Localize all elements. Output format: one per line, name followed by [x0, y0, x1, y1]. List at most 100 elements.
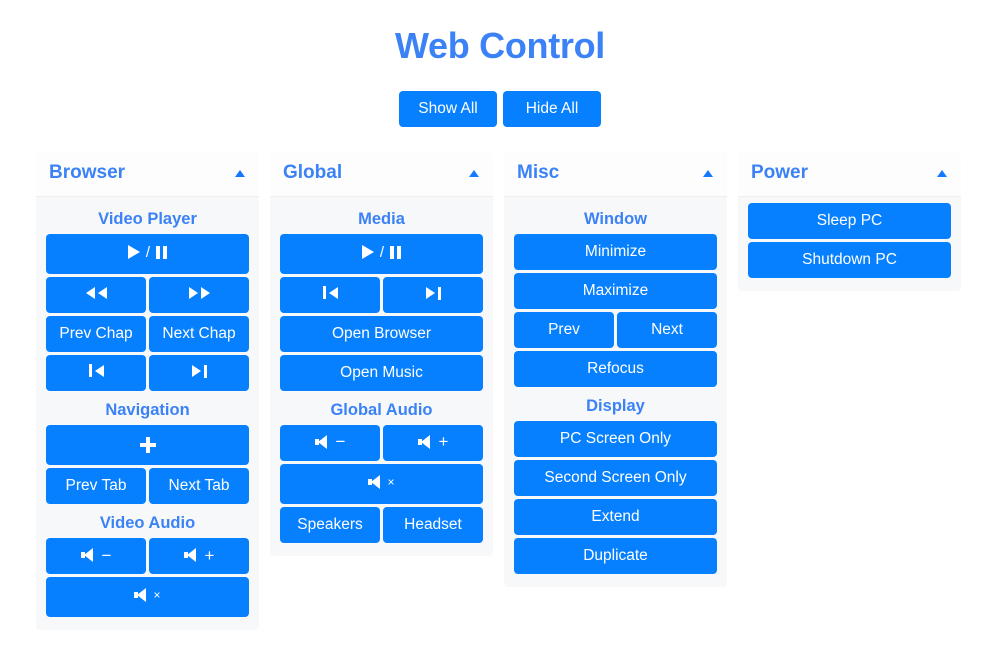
button-label: Prev	[548, 320, 580, 338]
button-row	[280, 276, 483, 313]
panel-body-power: Sleep PC Shutdown PC	[738, 197, 961, 291]
volume-mute-icon: ×	[368, 475, 395, 493]
caret-up-icon[interactable]	[235, 169, 245, 177]
skip-next-button[interactable]	[149, 354, 249, 391]
open-browser-button[interactable]: Open Browser	[280, 315, 483, 352]
sleep-pc-button[interactable]: Sleep PC	[748, 202, 951, 239]
button-label: Next	[651, 320, 683, 338]
panel-title-browser: Browser	[49, 162, 126, 184]
skip-next-button[interactable]	[383, 276, 483, 313]
volume-mute-button[interactable]: ×	[46, 577, 249, 618]
button-row	[46, 424, 249, 465]
headset-button[interactable]: Headset	[383, 506, 483, 543]
section-title: Window	[583, 209, 648, 228]
button-row: − +	[280, 424, 483, 461]
button-label: Speakers	[297, 516, 363, 534]
shutdown-pc-button[interactable]: Shutdown PC	[748, 241, 951, 278]
section-title: Video Audio	[99, 513, 196, 532]
section-title: Global Audio	[330, 400, 433, 419]
button-row: − +	[46, 538, 249, 575]
volume-mute-button[interactable]: ×	[280, 463, 483, 504]
section-title: Media	[358, 209, 405, 228]
volume-up-icon: +	[183, 547, 214, 566]
panels-container: Browser Video Player / Prev Chap Next Chap Na…	[0, 150, 1000, 631]
button-row: PC Screen Only	[514, 420, 717, 457]
prev-tab-button[interactable]: Prev Tab	[46, 467, 146, 504]
button-label: Duplicate	[583, 547, 648, 565]
next-chap-button[interactable]: Next Chap	[149, 315, 249, 352]
pc-screen-only-button[interactable]: PC Screen Only	[514, 420, 717, 457]
skip-previous-icon	[322, 286, 338, 303]
button-row: ×	[280, 463, 483, 504]
second-screen-only-button[interactable]: Second Screen Only	[514, 459, 717, 496]
volume-down-button[interactable]: −	[280, 424, 380, 461]
button-row: /	[46, 233, 249, 274]
fast-forward-button[interactable]	[149, 276, 249, 313]
button-row: Refocus	[514, 350, 717, 387]
button-label: Extend	[591, 508, 640, 526]
prev-chap-button[interactable]: Prev Chap	[46, 315, 146, 352]
button-row: Prev Chap Next Chap	[46, 315, 249, 352]
panel-title-global: Global	[283, 162, 343, 184]
volume-up-button[interactable]: +	[383, 424, 483, 461]
panel-title-power: Power	[751, 162, 809, 184]
button-row: Prev Tab Next Tab	[46, 467, 249, 504]
caret-up-icon[interactable]	[937, 169, 947, 177]
button-row: Open Music	[280, 354, 483, 391]
duplicate-button[interactable]: Duplicate	[514, 537, 717, 574]
button-label: Sleep PC	[816, 211, 883, 229]
open-music-button[interactable]: Open Music	[280, 354, 483, 391]
button-label: Shutdown PC	[802, 250, 897, 268]
button-row: Maximize	[514, 272, 717, 309]
skip-previous-button[interactable]	[46, 354, 146, 391]
panel-body-browser: Video Player / Prev Chap Next Chap Navigatio…	[36, 197, 259, 630]
next-tab-button[interactable]: Next Tab	[149, 467, 249, 504]
play-pause-button[interactable]: /	[280, 233, 483, 274]
button-row	[46, 354, 249, 391]
panel-misc: Misc Window Minimize Maximize Prev Next Refocu…	[504, 150, 727, 587]
panel-header-power[interactable]: Power	[738, 150, 961, 197]
volume-up-button[interactable]: +	[149, 538, 249, 575]
button-label: Open Music	[340, 363, 423, 381]
skip-next-icon	[425, 286, 441, 303]
caret-up-icon[interactable]	[469, 169, 479, 177]
fullscreen-button[interactable]	[46, 424, 249, 465]
extend-button[interactable]: Extend	[514, 498, 717, 535]
button-row: Prev Next	[514, 311, 717, 348]
panel-power: Power Sleep PC Shutdown PC	[738, 150, 961, 291]
prev-button[interactable]: Prev	[514, 311, 614, 348]
maximize-button[interactable]: Maximize	[514, 272, 717, 309]
button-row: Extend	[514, 498, 717, 535]
rewind-button[interactable]	[46, 276, 146, 313]
button-label: Second Screen Only	[544, 469, 687, 487]
fast-forward-icon	[188, 286, 210, 303]
global-actions: Show All Hide All	[0, 90, 1000, 127]
panel-header-browser[interactable]: Browser	[36, 150, 259, 197]
button-label: Maximize	[582, 281, 649, 299]
rewind-icon	[85, 286, 107, 303]
caret-up-icon[interactable]	[703, 169, 713, 177]
minimize-button[interactable]: Minimize	[514, 233, 717, 270]
play-pause-button[interactable]: /	[46, 233, 249, 274]
panel-header-global[interactable]: Global	[270, 150, 493, 197]
volume-down-button[interactable]: −	[46, 538, 146, 575]
skip-next-icon	[191, 364, 207, 381]
skip-previous-icon	[88, 364, 104, 381]
next-button[interactable]: Next	[617, 311, 717, 348]
button-row: Second Screen Only	[514, 459, 717, 496]
panel-browser: Browser Video Player / Prev Chap Next Chap Na…	[36, 150, 259, 631]
button-label: PC Screen Only	[559, 430, 672, 448]
refocus-button[interactable]: Refocus	[514, 350, 717, 387]
speakers-button[interactable]: Speakers	[280, 506, 380, 543]
button-row: ×	[46, 577, 249, 618]
play-pause-icon: /	[127, 245, 168, 263]
button-label: Open Browser	[331, 324, 432, 342]
panel-header-misc[interactable]: Misc	[504, 150, 727, 197]
button-row: Shutdown PC	[748, 241, 951, 278]
button-label: Refocus	[587, 359, 644, 377]
panel-title-misc: Misc	[517, 162, 560, 184]
show-all-button[interactable]: Show All	[399, 90, 497, 127]
skip-previous-button[interactable]	[280, 276, 380, 313]
play-pause-icon: /	[361, 245, 402, 263]
hide-all-button[interactable]: Hide All	[503, 90, 601, 127]
